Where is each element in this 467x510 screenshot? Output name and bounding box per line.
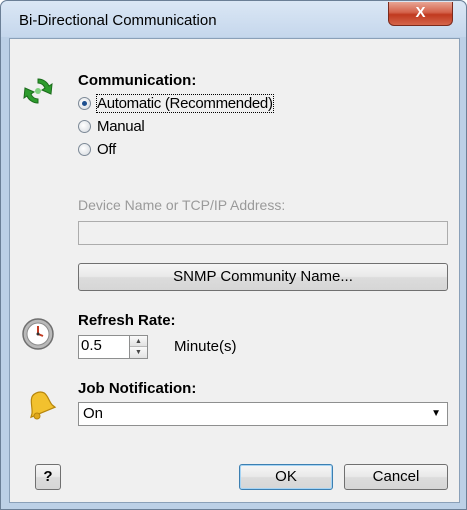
refresh-rate-heading: Refresh Rate:	[78, 312, 176, 329]
snmp-community-name-button[interactable]: SNMP Community Name...	[78, 263, 448, 291]
job-notification-select[interactable]: On ▼	[78, 402, 448, 426]
refresh-rate-input[interactable]: 0.5	[78, 335, 130, 359]
close-button[interactable]: X	[388, 2, 453, 26]
clock-icon	[22, 318, 54, 350]
radio-automatic-button[interactable]	[78, 96, 91, 110]
stepper-up-icon[interactable]: ▲	[130, 336, 147, 347]
refresh-arrows-icon	[23, 78, 53, 104]
radio-automatic-label: Automatic (Recommended)	[96, 93, 274, 113]
title-bar: Bi-Directional Communication X	[1, 1, 466, 37]
radio-manual[interactable]: Manual	[78, 116, 145, 136]
job-notification-heading: Job Notification:	[78, 380, 197, 397]
radio-off[interactable]: Off	[78, 139, 116, 159]
job-notification-value: On	[83, 405, 104, 422]
cancel-button[interactable]: Cancel	[344, 464, 448, 490]
chevron-down-icon: ▼	[431, 408, 441, 419]
bell-icon	[30, 391, 57, 420]
radio-automatic[interactable]: Automatic (Recommended)	[78, 93, 274, 113]
refresh-rate-stepper[interactable]: ▲ ▼	[130, 335, 148, 359]
help-button[interactable]: ?	[35, 464, 61, 490]
device-name-input[interactable]	[78, 221, 448, 245]
radio-off-label: Off	[97, 140, 116, 158]
device-name-label: Device Name or TCP/IP Address:	[78, 197, 286, 213]
refresh-rate-unit: Minute(s)	[174, 338, 237, 355]
dialog-client-area: Communication: Automatic (Recommended) M…	[9, 38, 460, 503]
communication-heading: Communication:	[78, 72, 197, 89]
radio-off-button[interactable]	[78, 142, 91, 156]
stepper-down-icon[interactable]: ▼	[130, 347, 147, 358]
window-title: Bi-Directional Communication	[19, 12, 217, 29]
close-icon: X	[415, 4, 426, 21]
dialog-window: Bi-Directional Communication X Communica…	[0, 0, 467, 510]
radio-manual-label: Manual	[97, 117, 145, 135]
ok-button[interactable]: OK	[239, 464, 333, 490]
radio-manual-button[interactable]	[78, 119, 91, 133]
